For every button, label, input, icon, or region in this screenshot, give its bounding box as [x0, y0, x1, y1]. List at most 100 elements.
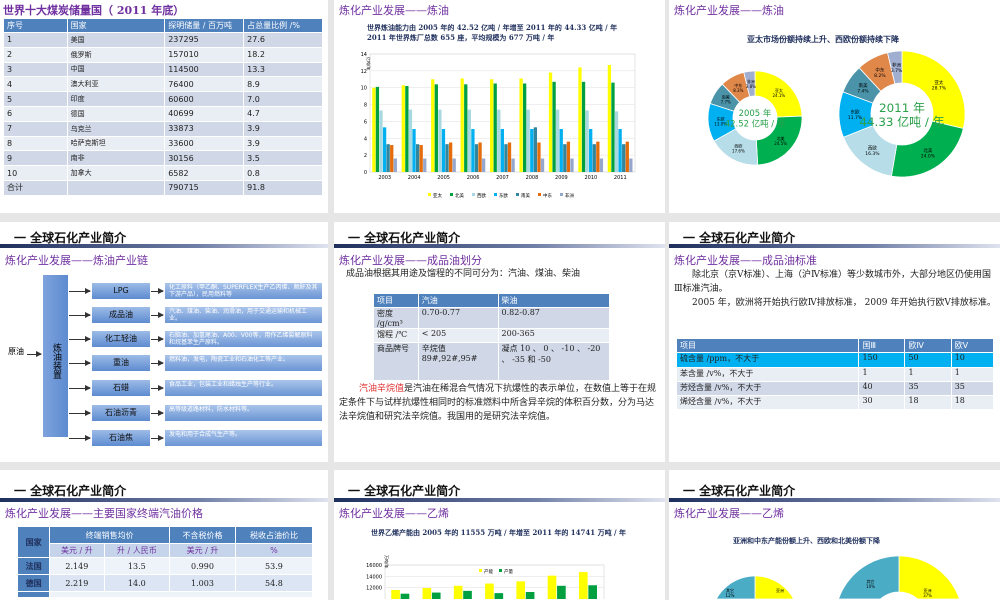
bar-西欧 [497, 109, 501, 172]
y-tick-label: 14000 [366, 574, 382, 580]
table-cell: 150 [858, 352, 906, 368]
slice-value: 7.4% [857, 88, 869, 94]
table-cell: 10 [3, 165, 68, 181]
legend-label: 亚太 [433, 192, 442, 199]
arrow-icon [69, 312, 91, 318]
slice-label: 亚洲 [776, 588, 784, 593]
arrow-icon [69, 360, 91, 366]
x-tick-label: 2007 [496, 175, 509, 181]
y-tick-label: 2 [364, 153, 367, 159]
bar-南美 [563, 144, 567, 172]
refining-bar-chart: 024681012142003 2004 2005 2006 2007 2008 2009 2… [361, 52, 636, 199]
slice-label: 北美 [923, 147, 932, 154]
table-cell: 13.3 [243, 61, 323, 78]
table-cell: 30 [858, 395, 906, 410]
center-label: 42.52 亿吨 / 年 [725, 118, 786, 128]
table-cell: 密度 /g/cm³ [373, 307, 419, 329]
table-cell: 中国 [66, 61, 166, 78]
slide-product-classification[interactable]: 一 全球石化产业简介 炼化产业发展——成品油划分 成品油根据其用途及馏程的不同可… [334, 222, 665, 462]
bar-非洲 [599, 158, 604, 172]
table-cell: 33873 [164, 120, 245, 137]
table-cell: 6582 [164, 165, 245, 181]
table-cell: 合计 [3, 179, 68, 196]
table-cell: 35 [904, 381, 952, 396]
table-row: 9 南非 30156 3.5 [3, 150, 323, 167]
bar-东欧 [559, 129, 563, 172]
table-cell: 76400 [164, 76, 245, 93]
slide-gasoline-prices[interactable]: 一 全球石化产业简介 炼化产业发展——主要国家终端汽油价格 国家 终端销售均价 不含… [0, 470, 328, 600]
center-label: 44.33 亿吨 / 年 [859, 115, 944, 129]
product-box: 石油焦 [92, 430, 150, 446]
bar-西欧 [614, 111, 619, 172]
table-row: 2 俄罗斯 157010 18.2 [3, 46, 323, 63]
table-cell: 1 [3, 32, 68, 48]
slide-refining-share[interactable]: 炼化产业发展——炼油 亚太市场份额持续上升、西欧份额持续下降 亚太 24.1% 北美… [669, 0, 1000, 213]
table-cell: 3.5 [243, 150, 323, 167]
bar-产量 [557, 585, 566, 599]
arrow-icon [69, 385, 91, 391]
slide-ethylene-capacity[interactable]: 一 全球石化产业简介 炼化产业发展——乙烯 世界乙烯产能由 2005 年的 11… [334, 470, 665, 600]
table-cell: 0.990 [169, 557, 236, 575]
product-use-box: 燃料油，发电，陶瓷工业和石油化工等产业。 [165, 355, 322, 371]
table-row: 6 德国 40699 4.7 [3, 105, 323, 122]
bar-亚太 [548, 72, 553, 172]
bar-北美 [434, 84, 438, 172]
bar-东欧 [530, 129, 534, 172]
slice-value: 3.7% [891, 68, 903, 74]
table-cell: 30156 [164, 150, 245, 167]
table-cell: 8.9 [243, 76, 323, 93]
table-cell: 烯烃含量 /v%，不大于 [675, 395, 860, 410]
slice-value: 7.7% [721, 100, 731, 105]
slide-product-standards[interactable]: 一 全球石化产业简介 炼化产业发展——成品油标准 除北京（京Ⅴ标准）、上海（沪Ⅳ… [669, 222, 1000, 462]
table-cell: 1.003 [169, 574, 236, 592]
bar-产量 [463, 590, 472, 599]
table-cell: 商品牌号 [373, 342, 419, 381]
x-tick-label: 2010 [584, 175, 597, 181]
table-row: 馏程 /℃ < 205 200-365 [373, 328, 611, 343]
slide-refining-chain[interactable]: 一 全球石化产业简介 炼化产业发展——炼油产业链 原油 炼油装置 LPG 化工原… [0, 222, 328, 462]
octane-paragraph: 汽油辛烷值是汽油在稀混合气情况下抗爆性的表示单位，在数值上等于在规定条件下与试样… [339, 382, 661, 424]
arrow-icon [69, 435, 91, 441]
column-header: 柴油 [497, 293, 611, 308]
slide-refining-capacity[interactable]: 炼化产业发展——炼油 世界炼油能力由 2005 年的 42.52 亿吨 / 年增… [334, 0, 665, 213]
table-cell: 3.9 [243, 120, 323, 137]
table-row: 烯烃含量 /v%，不大于 30 18 18 [675, 395, 995, 410]
bar-南美 [533, 127, 538, 172]
arrow-icon [27, 351, 42, 357]
octane-term: 汽油辛烷值 [359, 384, 405, 394]
slice-value: 8.3% [733, 88, 743, 93]
bar-北美 [611, 82, 615, 172]
bar-中东 [566, 141, 571, 172]
bar-产能 [516, 581, 526, 599]
column-header: 国家 [66, 18, 166, 33]
bar-东欧 [618, 129, 622, 172]
bar-亚太 [489, 79, 494, 172]
product-use-box: 发电和用于合成气生产等。 [165, 430, 322, 446]
header-rule [669, 244, 1000, 248]
table-cell: 35 [950, 381, 995, 396]
slide-title: 炼化产业发展——主要国家终端汽油价格 [5, 507, 203, 520]
table-cell: 9 [3, 150, 68, 167]
table-cell: 5 [3, 91, 68, 107]
slice-label: 西欧 [868, 144, 877, 151]
bar-东欧 [500, 129, 505, 172]
slide-ethylene-share[interactable]: 一 全球石化产业简介 炼化产业发展——乙烯 亚洲和中东产能份额上升、西欧和北美份… [669, 470, 1000, 600]
bar-中东 [625, 141, 629, 172]
bar-亚太 [519, 78, 523, 172]
bar-产能 [422, 588, 432, 599]
table-row: 密度 /g/cm³ 0.70-0.77 0.82-0.87 [373, 307, 611, 329]
table-row: 3 中国 114500 13.3 [3, 61, 323, 78]
bar-非洲 [511, 158, 515, 172]
legend-swatch [516, 193, 519, 196]
legend-swatch [450, 193, 453, 196]
table-cell: 辛烷值 89#,92#,95# [417, 342, 499, 381]
slice-label: 亚太 [934, 79, 943, 86]
legend-label: 北美 [455, 192, 464, 199]
bar-非洲 [393, 158, 397, 172]
input-label: 原油 [8, 347, 24, 356]
bar-西欧 [526, 109, 530, 172]
bar-东欧 [412, 129, 416, 172]
slide-coal-reserves[interactable]: 世界十大煤炭储量国（ 2011 年底） 序号 国家 探明储量 / 百万吨 占总量比例 … [0, 0, 328, 213]
y-tick-label: 8 [364, 103, 367, 109]
legend-label: 中东 [543, 192, 552, 199]
